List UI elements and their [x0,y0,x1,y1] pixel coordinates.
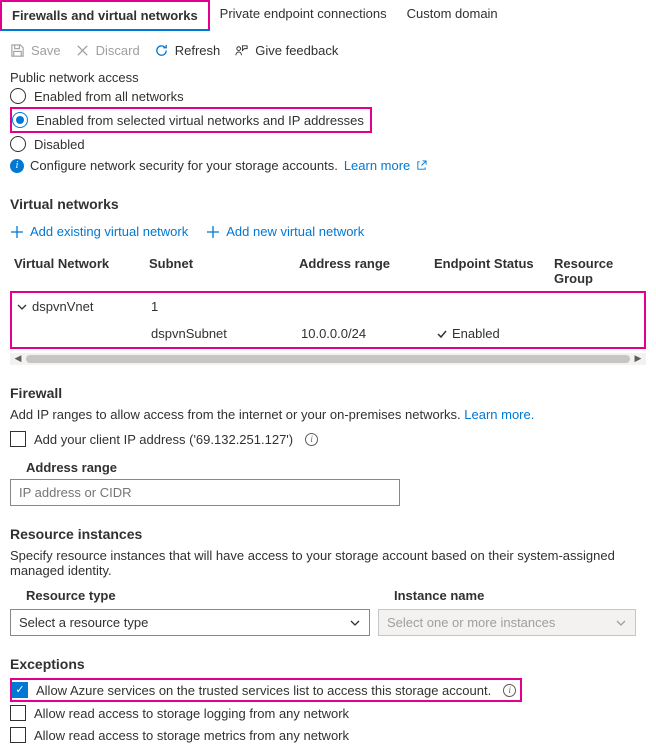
vnet-name: dspvnVnet [32,299,93,314]
add-client-ip-label: Add your client IP address ('69.132.251.… [34,432,293,447]
tab-custom-domain[interactable]: Custom domain [397,0,508,31]
refresh-icon [154,43,169,58]
resource-type-select[interactable]: Select a resource type [10,609,370,636]
section-vnets: Virtual networks Add existing virtual ne… [0,196,656,375]
table-header: Virtual Network Subnet Address range End… [10,251,646,291]
resource-instances-title: Resource instances [10,526,646,542]
address-range-label: Address range [26,460,646,475]
exception-logging[interactable]: Allow read access to storage logging fro… [10,702,646,724]
add-existing-vnet-button[interactable]: Add existing virtual network [10,224,188,239]
add-new-vnet-button[interactable]: Add new virtual network [206,224,364,239]
vnets-title: Virtual networks [10,196,646,212]
firewall-desc: Add IP ranges to allow access from the i… [10,407,646,422]
exception-label: Allow Azure services on the trusted serv… [36,683,491,698]
tab-firewalls[interactable]: Firewalls and virtual networks [0,0,210,31]
section-resource-instances: Resource instances Specify resource inst… [0,526,656,646]
exceptions-title: Exceptions [10,656,646,672]
external-link-icon [416,160,427,171]
col-endpoint-status: Endpoint Status [434,256,554,286]
section-firewall: Firewall Add IP ranges to allow access f… [0,385,656,516]
radio-all-networks[interactable]: Enabled from all networks [10,85,646,107]
radio-selected-label: Enabled from selected virtual networks a… [36,113,364,128]
subnet-count: 1 [151,299,301,314]
col-resource-group: Resource Group [554,256,642,286]
table-row-vnet[interactable]: dspvnVnet 1 [12,293,644,320]
chevron-down-icon [615,617,627,629]
save-icon [10,43,25,58]
hint-icon[interactable]: i [503,684,516,697]
tab-private-endpoint[interactable]: Private endpoint connections [210,0,397,31]
col-instance-name: Instance name [394,588,484,603]
x-icon [75,43,90,58]
endpoint-status: Enabled [452,326,500,341]
plus-icon [10,225,24,239]
exception-metrics[interactable]: Allow read access to storage metrics fro… [10,724,646,746]
refresh-button[interactable]: Refresh [154,43,221,58]
chevron-down-icon [16,301,28,313]
horizontal-scrollbar[interactable]: ◀▶ [10,353,646,365]
toolbar: Save Discard Refresh Give feedback [0,37,656,70]
network-info: i Configure network security for your st… [10,155,646,176]
exception-label: Allow read access to storage logging fro… [34,706,349,721]
col-resource-type: Resource type [26,588,394,603]
save-button[interactable]: Save [10,43,61,58]
instance-name-placeholder: Select one or more instances [387,615,555,630]
instance-name-select: Select one or more instances [378,609,636,636]
resource-instances-desc: Specify resource instances that will hav… [10,548,646,578]
discard-button[interactable]: Discard [75,43,140,58]
section-public-access: Public network access Enabled from all n… [0,70,656,186]
plus-icon [206,225,220,239]
radio-disabled-label: Disabled [34,137,85,152]
col-subnet: Subnet [149,256,299,286]
tabs: Firewalls and virtual networks Private e… [0,0,656,31]
table-row-subnet[interactable]: dspvnSubnet 10.0.0.0/24 Enabled [12,320,644,347]
add-client-ip-checkbox[interactable]: Add your client IP address ('69.132.251.… [10,428,646,450]
subnet-address: 10.0.0.0/24 [301,326,436,341]
info-text: Configure network security for your stor… [30,158,338,173]
learn-more-link[interactable]: Learn more [344,158,427,173]
info-icon: i [10,159,24,173]
resource-type-placeholder: Select a resource type [19,615,148,630]
public-access-title: Public network access [10,70,646,85]
col-address-range: Address range [299,256,434,286]
firewall-title: Firewall [10,385,646,401]
vnets-table: Virtual Network Subnet Address range End… [10,251,646,349]
exception-label: Allow read access to storage metrics fro… [34,728,349,743]
hint-icon[interactable]: i [305,433,318,446]
person-feedback-icon [234,43,249,58]
col-virtual-network: Virtual Network [14,256,149,286]
vnets-rows-highlight: dspvnVnet 1 dspvnSubnet 10.0.0.0/24 Enab… [10,291,646,349]
chevron-down-icon [349,617,361,629]
feedback-button[interactable]: Give feedback [234,43,338,58]
radio-selected-networks[interactable]: Enabled from selected virtual networks a… [10,107,372,133]
exception-trusted-services[interactable]: Allow Azure services on the trusted serv… [10,678,522,702]
subnet-name: dspvnSubnet [151,326,301,341]
check-icon [436,328,448,340]
section-exceptions: Exceptions Allow Azure services on the t… [0,656,656,756]
radio-all-label: Enabled from all networks [34,89,184,104]
firewall-learn-more-link[interactable]: Learn more. [464,407,534,422]
radio-disabled[interactable]: Disabled [10,133,646,155]
address-range-input[interactable] [10,479,400,506]
